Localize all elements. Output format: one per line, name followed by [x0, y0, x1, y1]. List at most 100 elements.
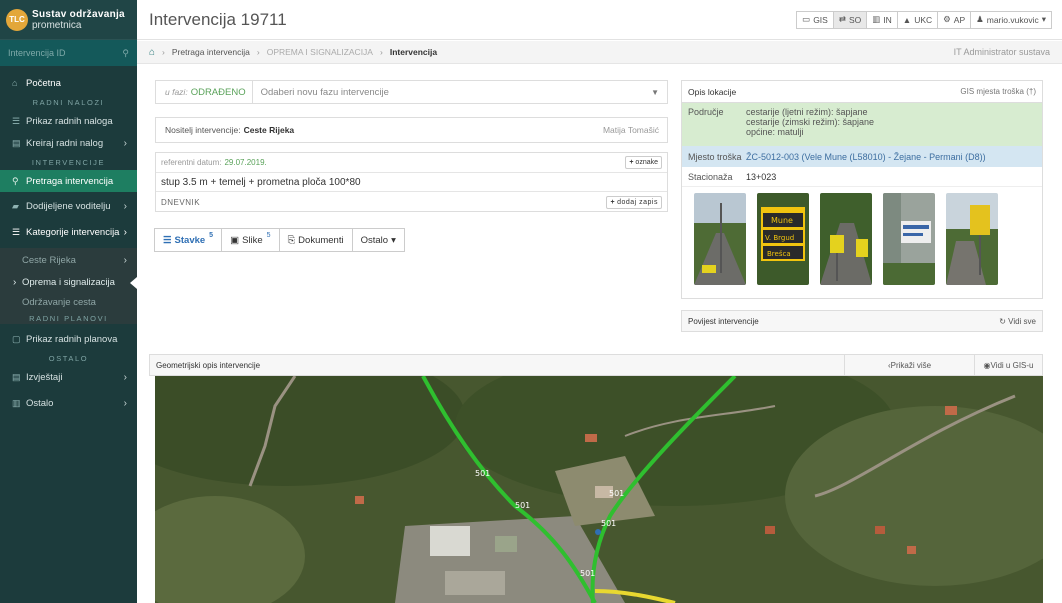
caret-down-icon: ▾: [391, 234, 396, 246]
history-title: Povijest intervencije: [688, 316, 759, 326]
brand[interactable]: TLC Sustav održavanja prometnica: [0, 0, 137, 40]
phase-placeholder[interactable]: Odaberi novu fazu intervencije: [261, 87, 389, 98]
sidebar-item-dodijeljene-voditelju[interactable]: ▰ Dodijeljene voditelju ›: [0, 195, 137, 217]
nav-ap-button[interactable]: ⚙ AP: [937, 10, 972, 29]
building: [445, 571, 505, 595]
breadcrumb-item[interactable]: Pretraga intervencija: [172, 47, 250, 57]
nav-gis-button[interactable]: ▭ GIS: [796, 10, 834, 29]
road-label: 501: [580, 569, 595, 578]
list-icon: ☰: [12, 115, 21, 126]
nositelj-value: Ceste Rijeka: [243, 125, 295, 135]
sidebar-item-label: Početna: [26, 77, 61, 89]
sidebar-search-input[interactable]: Intervencija ID: [8, 48, 66, 58]
sidebar-item-ceste-rijeka[interactable]: Ceste Rijeka ›: [0, 248, 137, 272]
search-icon[interactable]: ⚲: [122, 48, 129, 59]
area-values: cestarije (ljetni režim): šapjane cestar…: [746, 107, 874, 142]
sidebar-item-oprema-i-signalizacija[interactable]: › Oprema i signalizacija: [0, 272, 137, 292]
brand-title: Sustav održavanja: [32, 8, 125, 20]
sidebar-item-izvjestaji[interactable]: ▤ Izvještaji ›: [0, 366, 137, 388]
show-more-button[interactable]: ‹ Prikaži više: [844, 354, 974, 376]
brand-subtitle: prometnica: [32, 19, 82, 31]
caret-down-icon[interactable]: ▼: [651, 88, 659, 97]
chart-icon: ▥: [872, 14, 881, 24]
tab-slike[interactable]: ▣ Slike 5: [221, 228, 280, 252]
phase-select[interactable]: u fazi: ODRAĐENO Odaberi novu fazu inter…: [155, 80, 668, 104]
sign-text: Mune: [771, 216, 793, 225]
road-label: 501: [475, 469, 490, 478]
add-log-button[interactable]: + dodaj zapis: [606, 195, 662, 209]
sidebar-search[interactable]: Intervencija ID ⚲: [0, 40, 137, 66]
document-icon: ⎘: [287, 234, 296, 246]
nositelj-label: Nositelj intervencije:: [165, 125, 241, 135]
detail-tabs: ☰ Stavke 5 ▣ Slike 5 ⎘ Dokumenti Ostalo …: [154, 228, 405, 252]
nav-label: IN: [883, 14, 892, 25]
photo-thumbnail[interactable]: [946, 193, 998, 285]
photo-thumbnail[interactable]: [694, 193, 746, 285]
tab-count: 5: [209, 232, 214, 239]
sidebar-item-pocetna[interactable]: ⌂ Početna: [0, 72, 137, 94]
map-canvas[interactable]: 501 501 501 501 501: [155, 376, 1043, 603]
show-more-label: Prikaži više: [890, 360, 932, 370]
breadcrumb-current: Intervencija: [389, 47, 438, 57]
add-log-button-label: dodaj zapis: [617, 198, 658, 206]
tab-ostalo[interactable]: Ostalo ▾: [351, 228, 405, 252]
area-line: općine: matulji: [746, 127, 804, 137]
reference-panel: referentni datum: 29.07.2019. + oznake st…: [155, 152, 668, 212]
tags-button-label: oznake: [635, 159, 658, 166]
tab-label: Stavke: [174, 234, 206, 246]
building: [765, 526, 775, 534]
nav-label: AP: [953, 14, 966, 25]
building: [430, 526, 470, 556]
cost-row: Mjesto troška ŽC-5012-003 (Vele Mune (L5…: [682, 146, 1042, 167]
location-marker[interactable]: [595, 529, 601, 535]
breadcrumb-item[interactable]: OPREMA I SIGNALIZACIJA: [267, 47, 373, 57]
reference-label: referentni datum:: [161, 158, 222, 167]
nav-in-button[interactable]: ▥ IN: [866, 10, 898, 29]
nav-label: UKC: [914, 14, 933, 25]
photo-gallery: Mune V. Brgud Brešca: [682, 187, 1042, 285]
sidebar-item-prikaz-radnih-planova[interactable]: ▢ Prikaz radnih planova: [0, 328, 137, 350]
chevron-right-icon: ›: [123, 200, 127, 212]
tab-stavke[interactable]: ☰ Stavke 5: [154, 228, 223, 252]
user-icon: ♟: [976, 14, 984, 24]
breadcrumb-separator: ›: [162, 47, 165, 57]
breadcrumb: ⌂ › Pretraga intervencija › OPREMA I SIG…: [137, 41, 1062, 64]
cost-value[interactable]: ŽC-5012-003 (Vele Mune (L58010) - Žejane…: [746, 152, 986, 162]
caret-down-icon: ▾: [1041, 14, 1046, 24]
divider: [251, 80, 253, 104]
sidebar-heading: OSTALO: [48, 353, 89, 363]
gis-cost-link[interactable]: GIS mjesta troška (†): [960, 87, 1036, 96]
satellite-map[interactable]: 501 501 501 501 501: [155, 376, 1043, 603]
breadcrumb-separator: ›: [256, 47, 260, 57]
sidebar-item-kreiraj-radni-nalog[interactable]: ▤ Kreiraj radni nalog ›: [0, 132, 137, 154]
photo-thumbnail[interactable]: [883, 193, 935, 285]
photo-thumbnail[interactable]: [820, 193, 872, 285]
sidebar-item-label: Ostalo: [26, 397, 54, 409]
geometry-title: Geometrijski opis intervencije: [156, 360, 261, 370]
sidebar-item-kategorije-intervencija[interactable]: ☰ Kategorije intervencija ›: [0, 221, 137, 243]
tab-dokumenti[interactable]: ⎘ Dokumenti: [278, 228, 353, 252]
view-in-gis-button[interactable]: ◉ Vidi u GIS-u: [974, 354, 1042, 376]
sidebar-item-odrzavanje-cesta[interactable]: Održavanje cesta: [0, 292, 137, 312]
photo-thumbnail[interactable]: Mune V. Brgud Brešca: [757, 193, 809, 285]
tags-button[interactable]: + oznake: [625, 156, 662, 169]
nav-so-button[interactable]: ⇄ SO: [832, 10, 868, 29]
view-all-button[interactable]: ↻ Vidi sve: [999, 317, 1036, 326]
sidebar-item-prikaz-radnih-naloga[interactable]: ☰ Prikaz radnih naloga: [0, 110, 137, 132]
map-icon: ▭: [802, 14, 811, 24]
swap-icon: ⇄: [838, 14, 846, 24]
top-header: Intervencija 19711 ▭ GIS ⇄ SO ▥ IN ▲ UKC ⚙ AP…: [137, 0, 1062, 40]
nav-label: GIS: [813, 14, 828, 25]
home-icon[interactable]: ⌂: [149, 47, 155, 58]
location-header: Opis lokacije GIS mjesta troška (†): [682, 81, 1042, 103]
building: [585, 434, 597, 442]
home-icon: ⌂: [12, 78, 18, 88]
sidebar-item-pretraga-intervencija[interactable]: ⚲ Pretraga intervencija: [0, 170, 137, 192]
nav-ukc-button[interactable]: ▲ UKC: [896, 10, 939, 29]
sidebar-heading: INTERVENCIJE: [31, 157, 106, 167]
cost-label: Mjesto troška: [688, 151, 742, 162]
user-menu-button[interactable]: ♟ mario.vukovic ▾: [970, 10, 1052, 29]
sidebar-item-label: Dodijeljene voditelju: [26, 200, 111, 212]
sidebar-item-label: Održavanje cesta: [22, 296, 96, 308]
sidebar-item-ostalo[interactable]: ▥ Ostalo ›: [0, 392, 137, 414]
